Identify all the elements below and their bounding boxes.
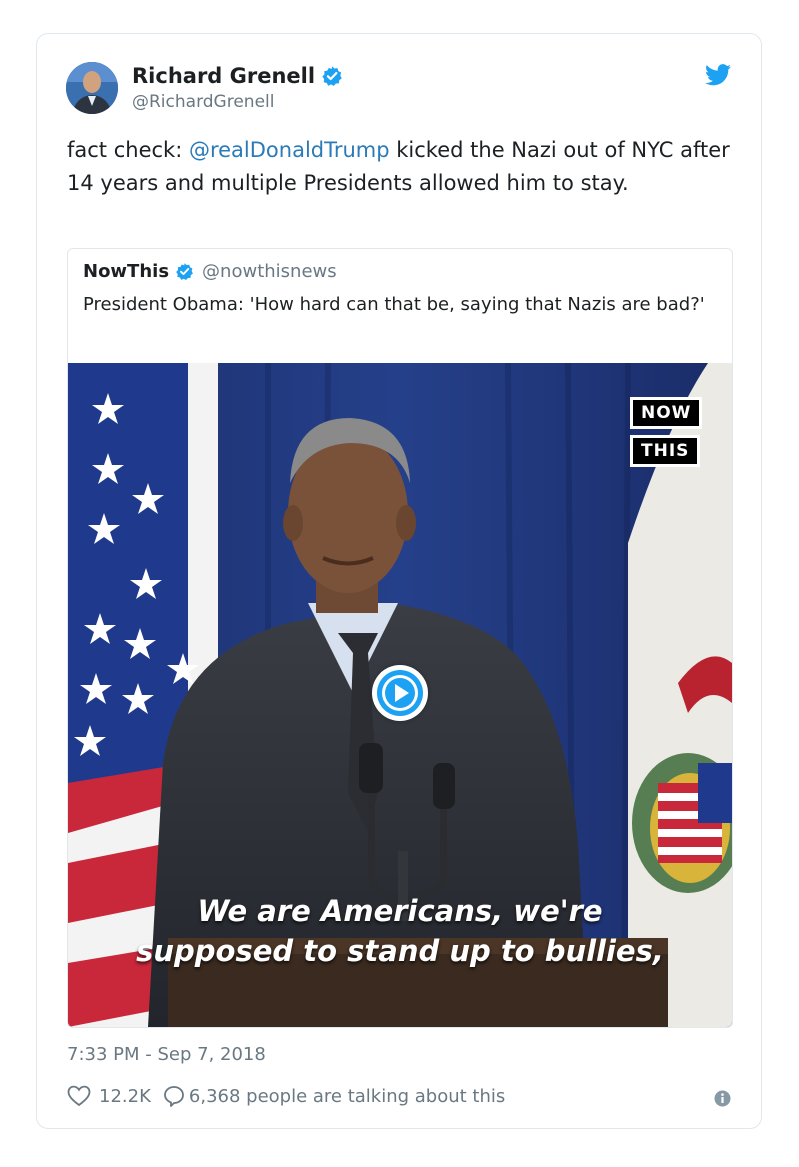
heart-icon[interactable]: [67, 1085, 91, 1107]
embedded-tweet-card: Richard Grenell @RichardGrenell fact che…: [36, 33, 762, 1129]
quoted-author-handle[interactable]: @nowthisnews: [202, 261, 337, 282]
quoted-tweet-text: President Obama: 'How hard can that be, …: [83, 294, 705, 315]
author-handle[interactable]: @RichardGrenell: [132, 92, 274, 112]
nowthis-logo-now: NOW: [630, 397, 703, 429]
play-icon: [377, 670, 423, 716]
video-caption-line-1: We are Americans, we're: [197, 894, 603, 928]
like-count[interactable]: 12.2K: [99, 1086, 151, 1107]
tweet-text-before: fact check:: [67, 138, 189, 162]
verified-badge-icon: [176, 263, 193, 281]
avatar[interactable]: [66, 62, 118, 114]
info-icon[interactable]: [714, 1090, 731, 1107]
video-caption-line-2: supposed to stand up to bullies,: [136, 934, 664, 968]
video-thumbnail[interactable]: NOW THIS We are Americans, we're suppose…: [68, 363, 732, 1027]
talking-count[interactable]: 6,368 people are talking about this: [189, 1086, 505, 1107]
verified-badge-icon: [322, 66, 342, 86]
quoted-tweet[interactable]: NowThis @nowthisnews President Obama: 'H…: [67, 248, 733, 1028]
author-name[interactable]: Richard Grenell: [132, 64, 315, 88]
tweet-actions: 12.2K 6,368 people are talking about thi…: [67, 1085, 517, 1107]
tweet-text: fact check: @realDonaldTrump kicked the …: [67, 134, 737, 200]
nowthis-logo-this: THIS: [630, 435, 701, 467]
quoted-author-name[interactable]: NowThis: [83, 261, 169, 282]
comment-bubble-icon[interactable]: [163, 1085, 185, 1107]
timestamp[interactable]: 7:33 PM - Sep 7, 2018: [67, 1044, 266, 1065]
mention-link[interactable]: @realDonaldTrump: [189, 138, 390, 162]
play-button[interactable]: [372, 665, 428, 721]
twitter-bird-icon[interactable]: [705, 64, 731, 86]
